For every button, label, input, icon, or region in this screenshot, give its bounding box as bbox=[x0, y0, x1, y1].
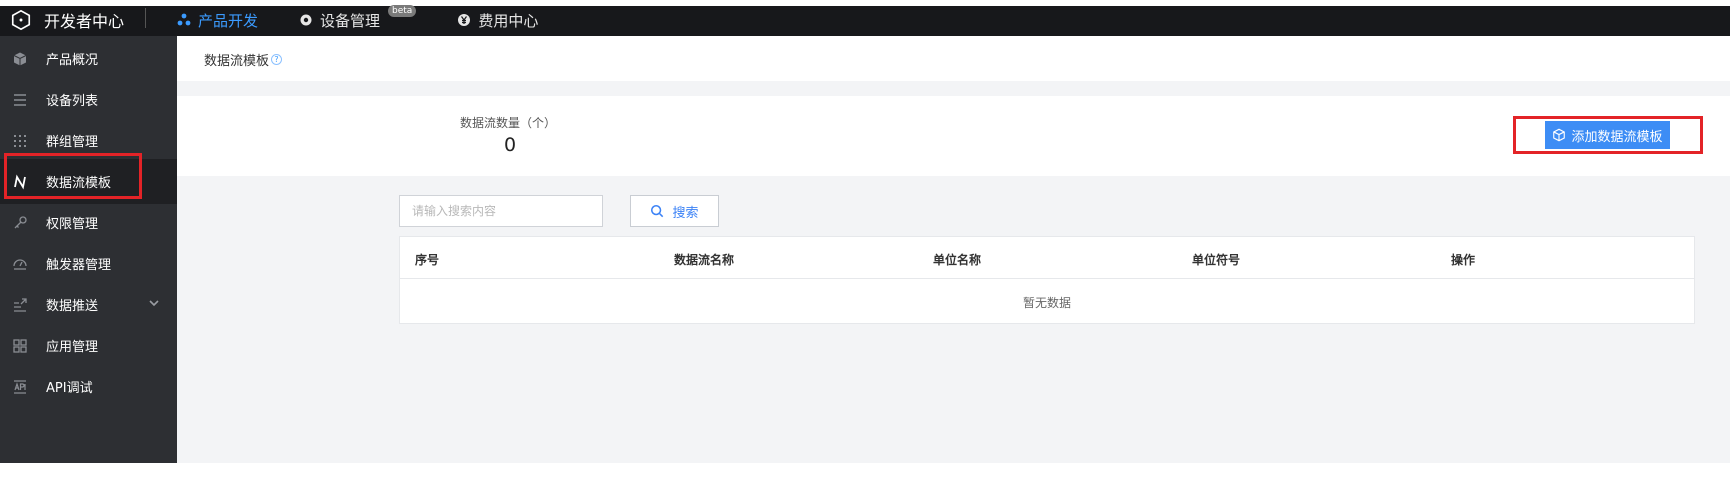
beta-badge: beta bbox=[388, 5, 417, 17]
brand-title: 开发者中心 bbox=[44, 12, 125, 31]
chevron-down-icon[interactable] bbox=[147, 296, 161, 310]
yen-icon bbox=[458, 14, 471, 26]
gauge-icon bbox=[10, 254, 30, 274]
brand-divider bbox=[145, 8, 146, 28]
search-button[interactable]: 搜索 bbox=[630, 195, 719, 227]
nav-billing-label: 费用中心 bbox=[478, 11, 539, 30]
column-header-actions: 操作 bbox=[1451, 253, 1476, 267]
sidebar-item-data-push[interactable]: 数据推送 bbox=[0, 282, 177, 327]
nav-product-dev[interactable]: 产品开发 bbox=[176, 6, 258, 34]
sidebar-item-label: 数据推送 bbox=[46, 299, 99, 314]
search-button-label: 搜索 bbox=[672, 205, 699, 221]
column-header-unit-symbol: 单位符号 bbox=[1192, 253, 1241, 267]
datastream-count-label: 数据流数量（个） bbox=[460, 116, 557, 130]
list-icon bbox=[10, 90, 30, 110]
search-icon bbox=[651, 204, 664, 218]
api-icon bbox=[10, 377, 30, 397]
nav-billing[interactable]: 费用中心 bbox=[456, 6, 538, 34]
sidebar-item-triggers[interactable]: 触发器管理 bbox=[0, 241, 177, 286]
sidebar-item-label: 产品概况 bbox=[46, 53, 99, 68]
help-icon[interactable]: ? bbox=[271, 54, 283, 65]
add-datastream-template-button[interactable]: 添加数据流模板 bbox=[1545, 121, 1670, 149]
stats-panel: 数据流数量（个） 0 添加数据流模板 bbox=[177, 96, 1730, 176]
top-navigation-bar: 开发者中心 产品开发 设备管理 beta 费用中心 bbox=[0, 0, 1730, 36]
column-header-index: 序号 bbox=[415, 253, 440, 267]
column-header-unit-name: 单位名称 bbox=[933, 253, 982, 267]
sidebar-item-label: 触发器管理 bbox=[46, 258, 112, 273]
sidebar-item-overview[interactable]: 产品概况 bbox=[0, 36, 177, 81]
page-title: 数据流模板 ? bbox=[204, 50, 283, 69]
datastream-table: 序号 数据流名称 单位名称 单位符号 操作 暂无数据 bbox=[399, 236, 1695, 324]
brand[interactable]: 开发者中心 bbox=[10, 6, 124, 34]
main-content: 数据流模板 ? 数据流数量（个） 0 添加数据流模板 搜索 序号 数据流名称 单… bbox=[177, 36, 1730, 463]
bottom-edge-strip bbox=[0, 463, 1730, 482]
sidebar-item-label: 权限管理 bbox=[46, 217, 99, 232]
cube-icon bbox=[10, 49, 30, 69]
page: 开发者中心 产品开发 设备管理 beta 费用中心 产品概况 设备列表 群组管理… bbox=[0, 0, 1730, 482]
add-button-label: 添加数据流模板 bbox=[1571, 128, 1663, 144]
table-header: 序号 数据流名称 单位名称 单位符号 操作 bbox=[400, 237, 1694, 279]
sidebar-item-api-debug[interactable]: API调试 bbox=[0, 364, 177, 409]
nav-product-dev-label: 产品开发 bbox=[198, 11, 259, 30]
sidebar-item-permissions[interactable]: 权限管理 bbox=[0, 200, 177, 245]
top-nav: 产品开发 设备管理 beta 费用中心 bbox=[176, 5, 578, 34]
push-icon bbox=[10, 295, 30, 315]
cube-outline-icon bbox=[1553, 128, 1566, 142]
cluster-icon bbox=[177, 13, 191, 26]
page-header: 数据流模板 ? bbox=[177, 36, 1730, 81]
nav-device-mgmt[interactable]: 设备管理 beta bbox=[298, 5, 417, 34]
apps-icon bbox=[10, 336, 30, 356]
highlight-box-sidebar bbox=[4, 153, 142, 199]
sidebar-item-label: 应用管理 bbox=[46, 340, 99, 355]
nav-device-mgmt-label: 设备管理 bbox=[320, 11, 381, 30]
gear-icon bbox=[300, 14, 312, 26]
sidebar-item-label: 群组管理 bbox=[46, 135, 99, 150]
grid-dots-icon bbox=[10, 131, 30, 151]
page-title-text: 数据流模板 bbox=[204, 54, 270, 69]
sidebar-item-devices[interactable]: 设备列表 bbox=[0, 77, 177, 122]
sidebar-item-label: 设备列表 bbox=[46, 94, 99, 109]
table-empty-state: 暂无数据 bbox=[1022, 295, 1071, 310]
column-header-datastream-name: 数据流名称 bbox=[674, 253, 735, 267]
key-icon bbox=[10, 213, 30, 233]
datastream-count-value: 0 bbox=[504, 134, 517, 156]
hexagon-logo-icon bbox=[11, 9, 31, 31]
sidebar: 产品概况 设备列表 群组管理 数据流模板 权限管理 触发器管理 数据推送 应用管… bbox=[0, 36, 177, 463]
sidebar-item-apps[interactable]: 应用管理 bbox=[0, 323, 177, 368]
sidebar-item-label: API调试 bbox=[46, 381, 93, 396]
search-input[interactable] bbox=[399, 195, 603, 227]
